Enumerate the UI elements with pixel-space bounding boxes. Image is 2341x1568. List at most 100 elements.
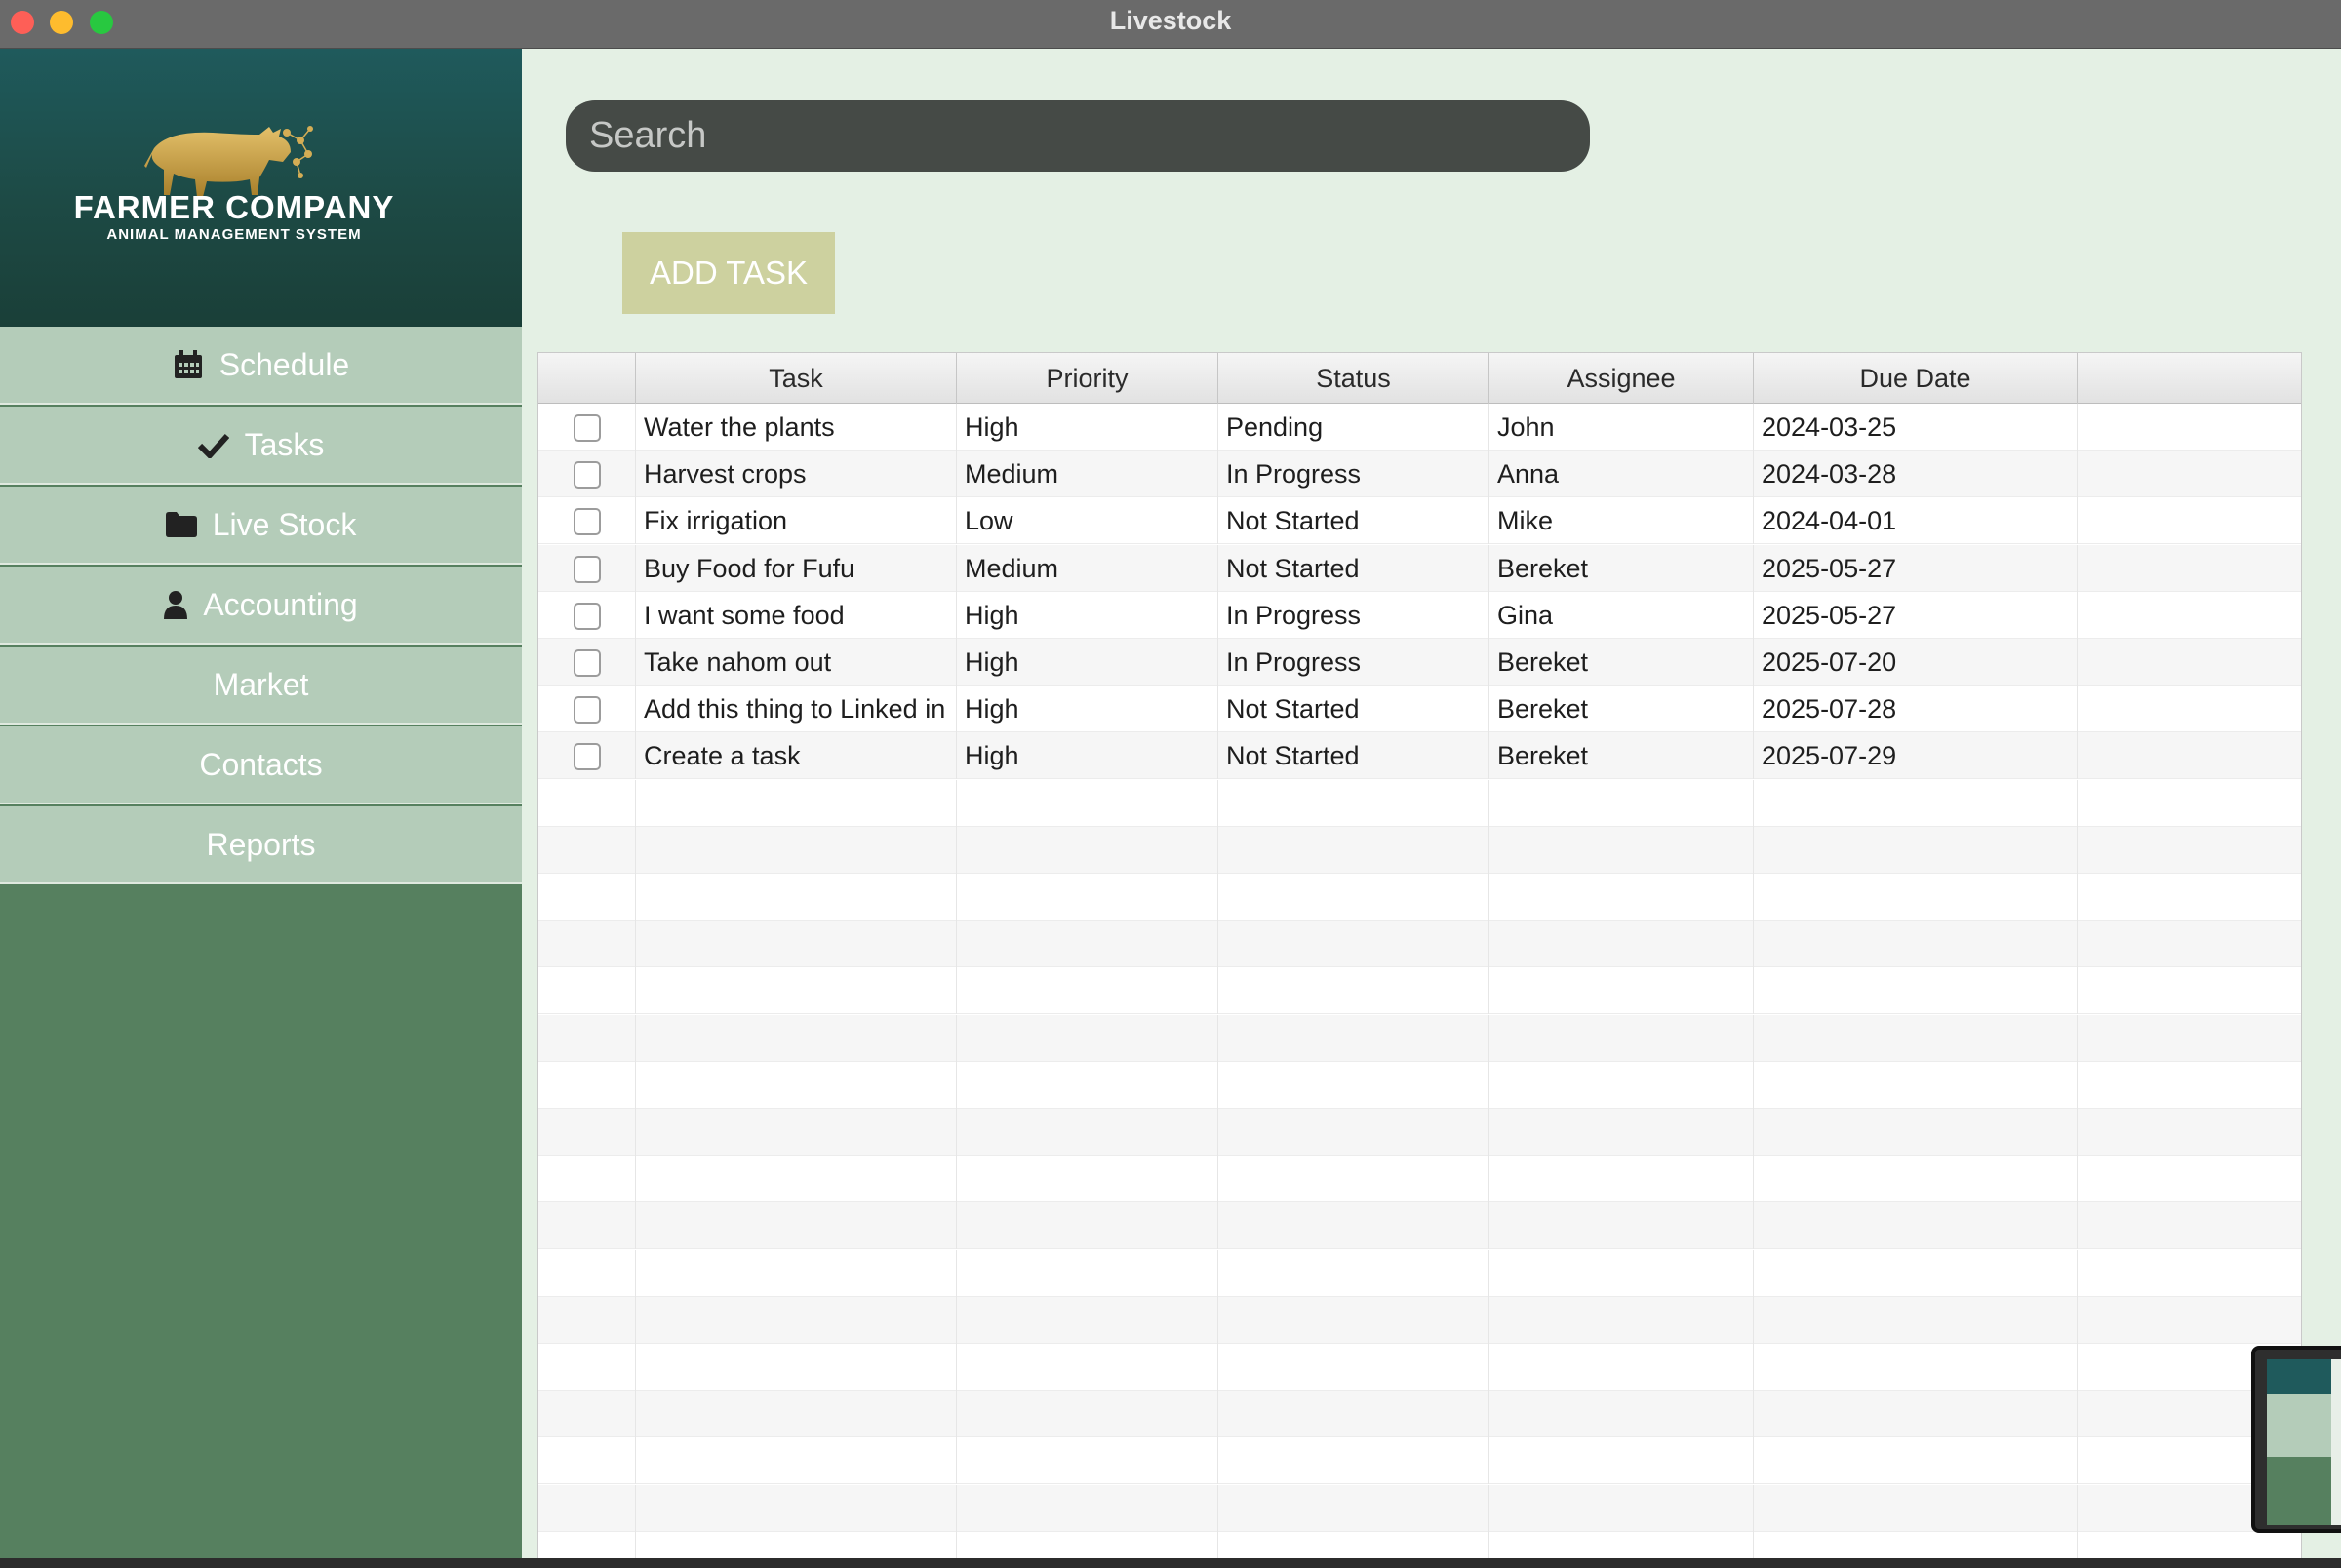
empty-table-row (538, 1391, 2301, 1438)
cell-task (636, 874, 957, 921)
row-checkbox[interactable] (574, 414, 601, 442)
cell-select (538, 1437, 636, 1485)
table-row[interactable]: Harvest crops Medium In Progress Anna 2024-0… (538, 451, 2301, 498)
cell-status (1218, 1344, 1489, 1391)
cell-priority: High (957, 686, 1218, 733)
column-header-priority[interactable]: Priority (957, 353, 1218, 404)
screenshot-thumbnail[interactable] (2251, 1346, 2341, 1533)
sidebar-item-accounting[interactable]: Accounting (0, 567, 522, 645)
cell-status (1218, 1296, 1489, 1344)
cell-due-date (1754, 1061, 2078, 1109)
cell-due-date: 2025-05-27 (1754, 591, 2078, 639)
bottom-edge (0, 1558, 2341, 1568)
cell-assignee: Mike (1489, 497, 1754, 545)
cell-due-date (1754, 1391, 2078, 1438)
cell-status: Not Started (1218, 497, 1489, 545)
cell-priority (957, 874, 1218, 921)
cell-filler (2078, 1202, 2301, 1249)
cell-filler (2078, 967, 2301, 1014)
cell-task: Add this thing to Linked in (636, 686, 957, 733)
cell-task (636, 1109, 957, 1156)
empty-table-row (538, 967, 2301, 1015)
cell-priority (957, 826, 1218, 874)
cell-assignee (1489, 1202, 1754, 1250)
column-header-status[interactable]: Status (1218, 353, 1489, 404)
cell-select (538, 639, 636, 686)
search-input[interactable] (566, 100, 1590, 172)
sidebar-item-label: Tasks (244, 426, 325, 462)
cell-priority (957, 1437, 1218, 1485)
cell-status (1218, 874, 1489, 921)
column-header-task[interactable]: Task (636, 353, 957, 404)
row-checkbox[interactable] (574, 696, 601, 725)
cell-filler (2078, 732, 2301, 779)
cell-filler (2078, 545, 2301, 592)
cell-task: Create a task (636, 732, 957, 780)
sidebar-item-label: Reports (206, 826, 316, 862)
empty-table-row (538, 874, 2301, 921)
row-checkbox[interactable] (574, 461, 601, 490)
column-header-due-date[interactable]: Due Date (1754, 353, 2078, 404)
cell-filler (2078, 686, 2301, 732)
row-checkbox[interactable] (574, 649, 601, 677)
cell-status: In Progress (1218, 591, 1489, 639)
cell-filler (2078, 639, 2301, 686)
empty-table-row (538, 826, 2301, 874)
table-row[interactable]: Add this thing to Linked in High Not Start… (538, 686, 2301, 733)
cell-status (1218, 826, 1489, 874)
add-task-button[interactable]: ADD TASK (622, 232, 835, 314)
empty-table-row (538, 1437, 2301, 1485)
row-checkbox[interactable] (574, 602, 601, 630)
cell-select (538, 591, 636, 639)
table-row[interactable]: Create a task High Not Started Bereket 2025-… (538, 732, 2301, 780)
sidebar-item-reports[interactable]: Reports (0, 806, 522, 884)
cell-filler (2078, 1109, 2301, 1156)
cell-due-date (1754, 874, 2078, 921)
cell-filler (2078, 780, 2301, 827)
sidebar-item-label: Market (213, 666, 309, 702)
cell-priority (957, 1202, 1218, 1250)
sidebar-item-label: Live Stock (212, 506, 357, 542)
cell-filler (2078, 592, 2301, 639)
sidebar-item-contacts[interactable]: Contacts (0, 726, 522, 804)
sidebar-item-schedule[interactable]: Schedule (0, 327, 522, 405)
cell-task (636, 826, 957, 874)
cell-assignee (1489, 1014, 1754, 1062)
cell-select (538, 1344, 636, 1391)
cell-priority (957, 1109, 1218, 1156)
cell-filler (2078, 451, 2301, 497)
cell-due-date (1754, 1437, 2078, 1485)
cell-status: Pending (1218, 404, 1489, 451)
column-header-assignee[interactable]: Assignee (1489, 353, 1754, 404)
table-row[interactable]: Water the plants High Pending John 2024-03-2… (538, 404, 2301, 451)
table-row[interactable]: Buy Food for Fufu Medium Not Started Bereke… (538, 544, 2301, 592)
cell-select (538, 1014, 636, 1062)
cell-due-date (1754, 1202, 2078, 1250)
row-checkbox[interactable] (574, 555, 601, 583)
table-row[interactable]: Fix irrigation Low Not Started Mike 2024-04-… (538, 497, 2301, 545)
thumbnail-logo (2267, 1359, 2331, 1394)
cell-select (538, 451, 636, 498)
cell-due-date: 2025-07-29 (1754, 732, 2078, 780)
cell-assignee (1489, 1061, 1754, 1109)
row-checkbox[interactable] (574, 743, 601, 771)
cell-due-date (1754, 1109, 2078, 1156)
cell-priority: High (957, 639, 1218, 686)
sidebar-item-market[interactable]: Market (0, 647, 522, 725)
table-row[interactable]: I want some food High In Progress Gina 2025-… (538, 591, 2301, 639)
cell-priority (957, 1014, 1218, 1062)
cell-assignee (1489, 1156, 1754, 1203)
cell-due-date (1754, 1344, 2078, 1391)
sidebar-item-live-stock[interactable]: Live Stock (0, 487, 522, 565)
cell-task (636, 1014, 957, 1062)
cell-priority (957, 1484, 1218, 1532)
empty-table-row (538, 1109, 2301, 1156)
sidebar-item-label: Accounting (203, 586, 358, 622)
table-row[interactable]: Take nahom out High In Progress Bereket 2025… (538, 639, 2301, 686)
sidebar-item-tasks[interactable]: Tasks (0, 407, 522, 485)
cell-due-date: 2025-05-27 (1754, 544, 2078, 592)
column-header-select[interactable] (538, 353, 636, 404)
row-checkbox[interactable] (574, 508, 601, 536)
cell-status: In Progress (1218, 639, 1489, 686)
cell-due-date: 2025-07-20 (1754, 639, 2078, 686)
